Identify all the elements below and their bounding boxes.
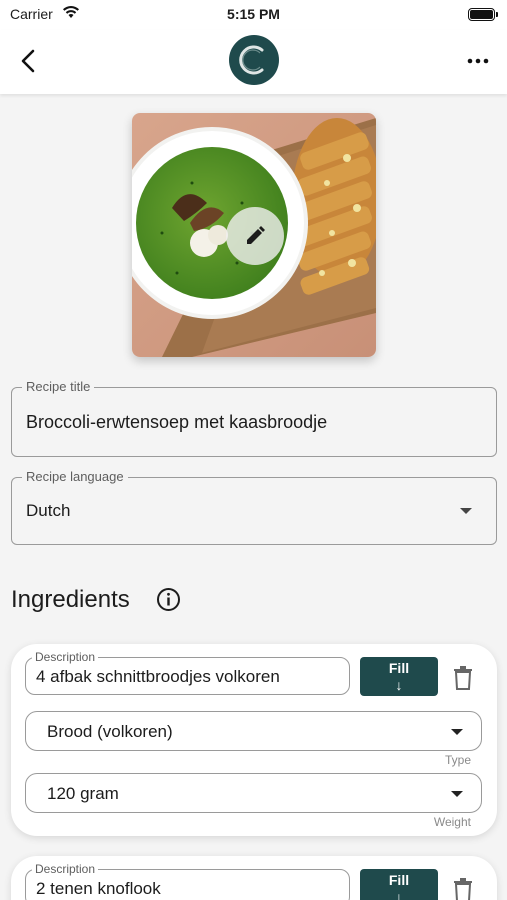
recipe-title-field[interactable]: Recipe title Broccoli-erwtensoep met kaa… (11, 379, 497, 457)
ingredients-heading: Ingredients (11, 586, 130, 613)
fill-button[interactable]: Fill ↓ (360, 869, 438, 900)
weight-select[interactable]: 120 gram (25, 773, 482, 813)
ingredient-card: Description 4 afbak schnittbroodjes volk… (11, 644, 497, 836)
type-select[interactable]: Brood (volkoren) (25, 711, 482, 751)
description-value: 4 afbak schnittbroodjes volkoren (36, 667, 280, 686)
status-bar: Carrier 5:15 PM (0, 0, 507, 30)
recipe-language-select[interactable]: Recipe language Dutch (11, 469, 497, 545)
weight-helper-text: Weight (433, 815, 471, 829)
ingredient-card: Description 2 tenen knoflook Fill ↓ (11, 856, 497, 900)
trash-icon[interactable] (453, 666, 473, 690)
description-value: 2 tenen knoflook (36, 879, 161, 898)
fill-button[interactable]: Fill ↓ (360, 657, 438, 696)
chevron-down-icon (451, 791, 463, 797)
recipe-title-label: Recipe title (22, 379, 95, 394)
chevron-down-icon (451, 729, 463, 735)
app-logo-icon (229, 35, 279, 85)
type-value: Brood (volkoren) (47, 722, 173, 741)
more-options-button[interactable] (463, 46, 493, 76)
weight-value: 120 gram (47, 784, 119, 803)
recipe-title-value: Broccoli-erwtensoep met kaasbroodje (26, 412, 328, 432)
arrow-down-icon: ↓ (395, 677, 403, 693)
edit-photo-button[interactable] (226, 207, 284, 265)
fill-button-label: Fill (388, 660, 410, 676)
type-helper-text: Type (444, 753, 471, 767)
description-label: Description (32, 862, 99, 876)
battery-icon (468, 8, 498, 21)
recipe-language-label: Recipe language (22, 469, 128, 484)
clock: 5:15 PM (227, 6, 280, 22)
recipe-language-value: Dutch (26, 501, 71, 520)
arrow-down-icon: ↓ (395, 889, 403, 900)
battery-level (470, 10, 493, 19)
chevron-down-icon (460, 508, 472, 514)
fill-button-label: Fill (388, 872, 410, 888)
nav-bar (0, 30, 507, 94)
back-button[interactable] (14, 46, 44, 76)
pencil-icon (247, 226, 265, 244)
description-label: Description (32, 650, 99, 664)
info-icon[interactable] (156, 587, 181, 612)
description-input[interactable]: Description 4 afbak schnittbroodjes volk… (25, 650, 350, 695)
trash-icon[interactable] (453, 878, 473, 900)
description-input[interactable]: Description 2 tenen knoflook (25, 862, 350, 900)
